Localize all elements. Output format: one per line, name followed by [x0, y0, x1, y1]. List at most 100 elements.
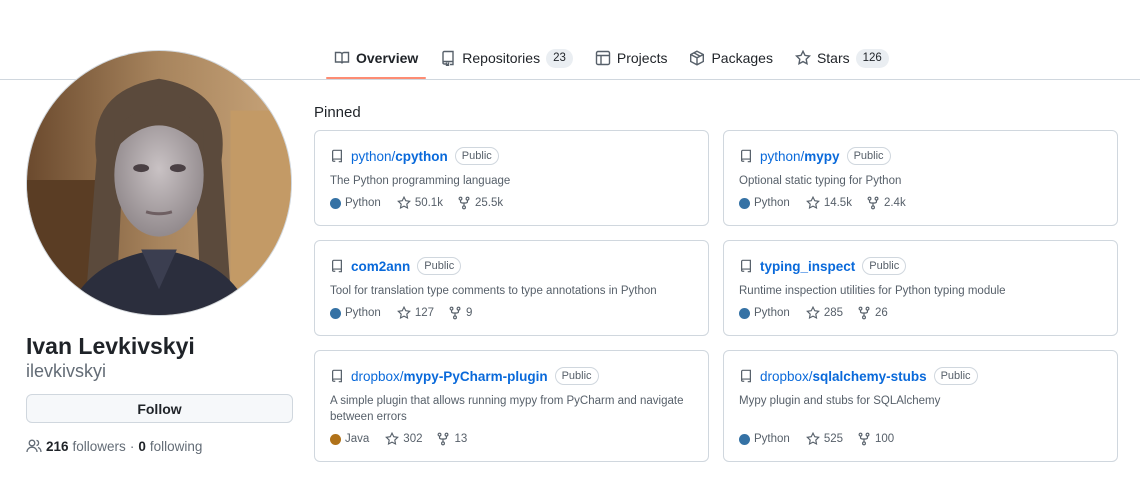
repo-name: mypy-PyCharm-plugin: [403, 368, 548, 384]
profile-full-name: Ivan Levkivskyi: [26, 333, 195, 359]
fork-icon: [449, 306, 461, 320]
fork-icon: [858, 432, 870, 446]
visibility-badge: Public: [862, 257, 907, 275]
fork-icon: [438, 432, 449, 446]
repo-language: Java: [330, 433, 369, 445]
repo-icon: [442, 50, 454, 66]
table-icon: [595, 50, 611, 66]
repo-link[interactable]: dropbox/mypy-PyCharm-plugin: [351, 369, 548, 384]
repo-language: Python: [739, 433, 790, 445]
stars-link[interactable]: 525: [805, 432, 843, 446]
tab-stars[interactable]: Stars 126: [787, 38, 897, 78]
stars-link[interactable]: 285: [805, 306, 843, 320]
stars-count: 14.5k: [823, 197, 852, 209]
language-color-dot: [739, 307, 750, 319]
repo-link[interactable]: com2ann: [351, 259, 410, 274]
following-label: following: [149, 438, 203, 454]
forks-link[interactable]: 13: [436, 432, 467, 446]
repo-meta: Python 127 9: [330, 306, 486, 320]
repo-icon: [332, 259, 342, 273]
repo-name: cpython: [395, 148, 448, 164]
repo-language: Python: [330, 197, 381, 209]
forks-link[interactable]: 9: [448, 306, 472, 320]
repo-description: Mypy plugin and stubs for SQLAlchemy: [739, 395, 941, 407]
fork-icon: [458, 196, 470, 210]
forks-link[interactable]: 100: [857, 432, 894, 446]
tab-repositories[interactable]: Repositories 23: [432, 38, 581, 78]
repo-link[interactable]: python/cpython: [351, 149, 448, 164]
language-color-dot: [739, 433, 750, 445]
forks-count: 13: [454, 433, 468, 445]
tab-label: Packages: [711, 50, 773, 66]
avatar-photo: [27, 51, 291, 315]
tab-projects[interactable]: Projects: [587, 38, 676, 78]
followers-link[interactable]: 216 followers: [26, 438, 126, 454]
repo-owner: dropbox/: [760, 368, 813, 384]
visibility-badge: Public: [454, 147, 499, 165]
separator: ·: [129, 438, 135, 454]
repo-name: mypy: [804, 148, 840, 164]
tab-label: Repositories: [462, 50, 541, 66]
repo-link[interactable]: typing_inspect: [760, 259, 855, 274]
follow-button[interactable]: Follow: [26, 394, 293, 423]
repo-meta: Python 14.5k 2.4k: [739, 196, 920, 210]
repo-owner: python/: [760, 148, 805, 164]
forks-count: 100: [875, 433, 895, 445]
repo-description: Optional static typing for Python: [739, 175, 902, 187]
forks-link[interactable]: 26: [857, 306, 888, 320]
profile-username: ilevkivskyi: [26, 361, 107, 381]
follow-stats: 216 followers · 0 following: [26, 438, 202, 454]
language-color-dot: [330, 433, 341, 445]
visibility-badge: Public: [417, 257, 462, 275]
stars-count: 127: [414, 307, 434, 319]
tab-label: Stars: [816, 50, 850, 66]
language-label: Python: [754, 197, 790, 209]
avatar[interactable]: [26, 50, 292, 316]
pinned-repo-card: com2ann Public Tool for translation type…: [314, 240, 709, 336]
pinned-heading: Pinned: [314, 104, 361, 121]
repo-icon: [332, 369, 342, 383]
fork-icon: [858, 306, 870, 320]
repo-icon: [741, 149, 751, 163]
repo-link[interactable]: dropbox/sqlalchemy-stubs: [760, 369, 927, 384]
repo-owner: dropbox/: [351, 368, 404, 384]
language-color-dot: [330, 197, 341, 209]
stars-link[interactable]: 127: [396, 306, 434, 320]
repo-meta: Python 50.1k 25.5k: [330, 196, 517, 210]
repo-name: typing_inspect: [760, 258, 856, 274]
star-icon: [396, 306, 411, 320]
people-icon: [26, 439, 42, 453]
stars-count-badge: 126: [855, 48, 889, 68]
repo-name: com2ann: [351, 258, 411, 274]
fork-icon: [867, 196, 879, 210]
following-link[interactable]: 0 following: [138, 439, 202, 454]
language-label: Python: [754, 307, 790, 319]
repo-description: The Python programming language: [330, 175, 511, 187]
tab-label: Overview: [356, 50, 419, 66]
book-icon: [334, 51, 350, 64]
repo-link[interactable]: python/mypy: [760, 149, 840, 164]
repositories-count-badge: 23: [546, 48, 573, 68]
repo-description: A simple plugin that allows running mypy…: [330, 395, 684, 423]
stars-count: 525: [823, 433, 843, 445]
star-icon: [805, 196, 820, 210]
pinned-repo-card: typing_inspect Public Runtime inspection…: [723, 240, 1118, 336]
visibility-badge: Public: [554, 367, 599, 385]
star-icon: [396, 196, 411, 210]
language-label: Python: [345, 307, 381, 319]
stars-link[interactable]: 302: [385, 432, 422, 446]
tab-label: Projects: [616, 50, 668, 66]
tab-overview[interactable]: Overview: [326, 38, 427, 79]
stars-link[interactable]: 14.5k: [805, 196, 852, 210]
pinned-repo-card: dropbox/mypy-PyCharm-plugin Public A sim…: [314, 350, 709, 462]
repo-meta: Python 525 100: [739, 432, 908, 446]
tab-packages[interactable]: Packages: [681, 38, 780, 78]
forks-count: 9: [466, 307, 473, 319]
forks-link[interactable]: 2.4k: [866, 196, 906, 210]
repo-meta: Python 285 26: [739, 306, 902, 320]
forks-link[interactable]: 25.5k: [457, 196, 503, 210]
repo-icon: [741, 369, 751, 383]
stars-link[interactable]: 50.1k: [396, 196, 443, 210]
language-label: Python: [345, 197, 381, 209]
following-count: 0: [138, 438, 146, 454]
